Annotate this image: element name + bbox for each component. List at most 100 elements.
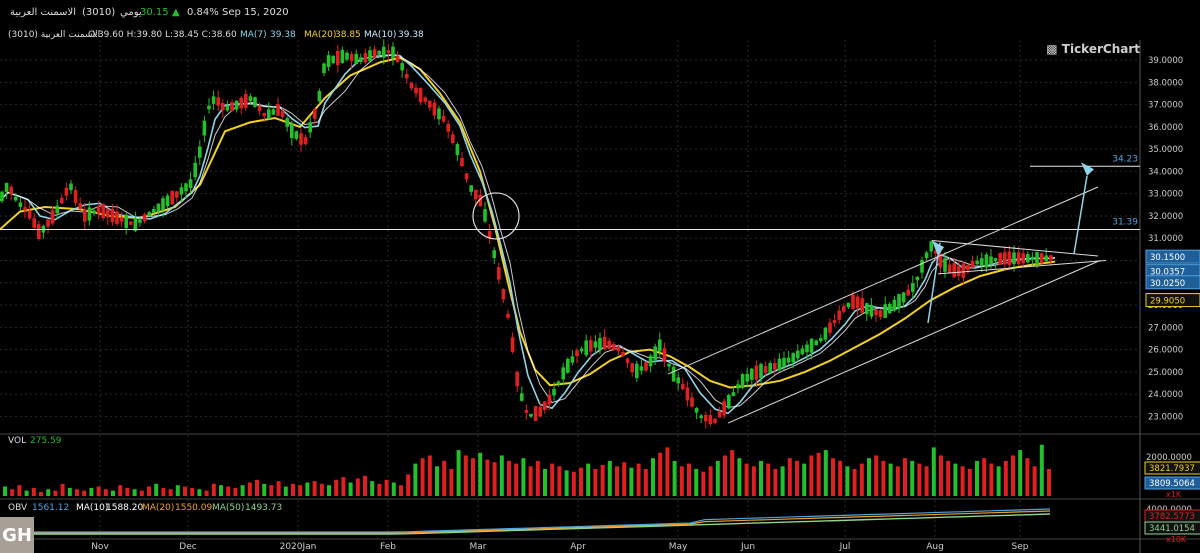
candle-body: [395, 55, 400, 63]
volume-bar: [17, 485, 22, 496]
x-axis-label: Sep: [1012, 542, 1029, 552]
volume-bar: [384, 479, 389, 496]
ma20-value: 38.85: [335, 30, 361, 40]
candle-body: [497, 267, 501, 280]
candle-body: [984, 254, 989, 268]
volume-bar: [931, 447, 936, 496]
volume-bar: [1047, 469, 1051, 496]
volume-bar: [823, 450, 828, 496]
candle-body: [317, 91, 322, 102]
candle-body: [837, 310, 841, 320]
candle-body: [492, 250, 496, 258]
volume-bar: [53, 490, 58, 496]
price-tick-label: 25.0000: [1148, 368, 1183, 378]
price-tick-label: 33.0000: [1148, 190, 1183, 200]
candle-body: [819, 338, 823, 342]
candle-body: [717, 411, 722, 418]
candle-body: [1044, 255, 1048, 262]
candle-body: [170, 190, 174, 205]
candle-body: [768, 363, 772, 373]
candle-body: [78, 203, 82, 209]
candle-body: [865, 303, 869, 315]
volume-bar: [96, 486, 101, 496]
candle-body: [520, 393, 524, 401]
volume-bar: [845, 466, 850, 496]
candle-body: [202, 120, 207, 136]
volume-bar: [118, 485, 123, 496]
volume-bar: [1039, 444, 1044, 496]
candle-body: [791, 353, 795, 363]
candle-body: [175, 191, 179, 198]
price-tick-label: 23.0000: [1148, 412, 1183, 422]
candle-body: [55, 205, 59, 214]
candle-body: [313, 108, 317, 119]
price-tick-label: 24.0000: [1148, 390, 1183, 400]
candle-body: [989, 256, 993, 265]
volume-bar: [67, 487, 72, 496]
candle-body: [101, 203, 105, 219]
candle-body: [276, 104, 280, 116]
candle-body: [667, 363, 671, 367]
candle-body: [869, 305, 874, 317]
candle-body: [1039, 253, 1044, 264]
candle-body: [851, 294, 855, 310]
candle-body: [432, 102, 437, 116]
candle-body: [184, 183, 188, 192]
candle-body: [846, 302, 851, 308]
volume-bar: [276, 481, 281, 496]
candle-body: [1026, 254, 1030, 263]
candle-body: [345, 52, 349, 60]
candle-body: [547, 394, 552, 405]
x-axis-label: Aug: [926, 542, 944, 552]
candle-body: [510, 337, 515, 352]
candle-body: [455, 144, 460, 156]
candle-body: [529, 413, 533, 417]
volume-bar: [831, 458, 835, 496]
price-label-text: 30.0250: [1150, 279, 1185, 289]
candle-body: [639, 366, 644, 371]
candle-body: [570, 356, 575, 363]
chart-svg[interactable]: 39.0000 38.0000 37.0000 36.0000 35.0000 34.00…: [0, 0, 1200, 553]
x-axis-label: Jul: [839, 542, 851, 552]
volume-bar: [982, 458, 987, 496]
volume-bar: [651, 458, 655, 496]
candle-body: [69, 183, 73, 191]
candle-body: [681, 384, 685, 390]
candle-body: [607, 340, 611, 349]
volume-bar: [377, 483, 382, 496]
candle-body: [152, 209, 156, 213]
candle-body: [598, 337, 602, 350]
candle-body: [225, 105, 230, 111]
candle-body: [993, 258, 998, 262]
candle-body: [271, 109, 276, 115]
volume-bar: [111, 490, 115, 496]
obv-label-text: 3782.5773: [1149, 512, 1195, 522]
volume-bar: [773, 469, 778, 496]
price-tick-label: 35.0000: [1148, 145, 1183, 155]
candle-body: [4, 183, 9, 192]
volume-bar: [298, 485, 303, 496]
volume-bar: [175, 485, 180, 496]
candle-body: [543, 401, 547, 410]
price-tick-label: 31.0000: [1148, 234, 1183, 244]
candle-body: [786, 357, 791, 363]
volume-bar: [571, 471, 576, 496]
volume-bar: [46, 489, 51, 496]
symbol-code: (3010): [82, 7, 116, 18]
candle-body: [382, 46, 386, 58]
candle-body: [694, 408, 699, 413]
volume-bar: [363, 475, 367, 496]
candle-body: [653, 346, 657, 360]
candle-body: [878, 310, 883, 318]
candle-body: [234, 100, 239, 110]
candle-body: [294, 131, 299, 139]
obv-value: 1561.12: [32, 503, 70, 513]
candle-body: [616, 346, 621, 352]
candle-body: [957, 266, 961, 276]
candle-body: [1035, 252, 1039, 265]
volume-bar: [341, 477, 346, 496]
obv-unit-label: x10K: [1166, 535, 1187, 544]
candle-body: [584, 340, 588, 356]
volume-bar: [802, 463, 807, 496]
candle-body: [147, 212, 151, 217]
